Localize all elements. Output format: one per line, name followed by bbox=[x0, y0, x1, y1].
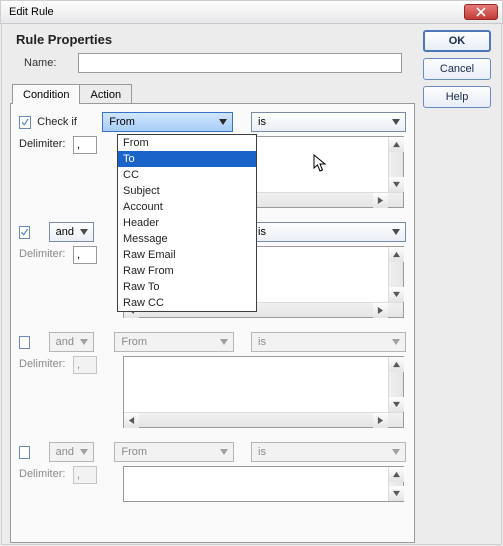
chevron-down-icon bbox=[217, 444, 231, 460]
ok-button[interactable]: OK bbox=[423, 30, 491, 52]
chevron-down-icon bbox=[216, 114, 230, 130]
condition-row-3: and From is Delimiter: bbox=[19, 332, 406, 428]
delimiter-input-4 bbox=[73, 466, 97, 484]
field-dropdown-list[interactable]: FromToCCSubjectAccountHeaderMessageRaw E… bbox=[117, 134, 257, 312]
condition-row-4: and From is Delimiter: bbox=[19, 442, 406, 502]
match-combo-1-value: is bbox=[258, 116, 266, 128]
mouse-cursor bbox=[313, 154, 329, 177]
field-option[interactable]: Raw From bbox=[118, 263, 256, 279]
check-4[interactable] bbox=[19, 446, 30, 459]
field-combo-3-value: From bbox=[121, 336, 147, 348]
field-option[interactable]: Subject bbox=[118, 183, 256, 199]
and-combo-2[interactable]: and bbox=[49, 222, 94, 242]
scroll-up-icon[interactable] bbox=[389, 137, 404, 152]
field-combo-1-value: From bbox=[109, 116, 135, 128]
field-combo-3[interactable]: From bbox=[114, 332, 234, 352]
scroll-down-icon bbox=[389, 397, 404, 412]
cancel-button[interactable]: Cancel bbox=[423, 58, 491, 80]
match-combo-2[interactable]: is bbox=[251, 222, 406, 242]
vscrollbar[interactable] bbox=[388, 137, 403, 192]
delimiter-label-1: Delimiter: bbox=[19, 136, 67, 150]
and-combo-3[interactable]: and bbox=[49, 332, 94, 352]
delimiter-input-1[interactable] bbox=[73, 136, 97, 154]
and-combo-4[interactable]: and bbox=[49, 442, 94, 462]
delimiter-input-3 bbox=[73, 356, 97, 374]
check-2[interactable] bbox=[19, 226, 30, 239]
tab-action[interactable]: Action bbox=[79, 84, 132, 104]
hscrollbar bbox=[124, 412, 403, 427]
scroll-up-icon bbox=[389, 467, 404, 482]
tabs: Condition Action Check if From is bbox=[10, 83, 493, 543]
scroll-right-icon[interactable] bbox=[373, 303, 388, 318]
close-button[interactable] bbox=[464, 4, 498, 20]
field-option[interactable]: Raw Email bbox=[118, 247, 256, 263]
match-combo-2-value: is bbox=[258, 226, 266, 238]
chevron-down-icon bbox=[389, 114, 403, 130]
and-combo-3-value: and bbox=[56, 336, 74, 348]
chevron-down-icon bbox=[389, 224, 403, 240]
chevron-down-icon bbox=[77, 224, 91, 240]
match-combo-4-value: is bbox=[258, 446, 266, 458]
value-list-3 bbox=[123, 356, 404, 428]
match-combo-3-value: is bbox=[258, 336, 266, 348]
match-combo-3[interactable]: is bbox=[251, 332, 406, 352]
scroll-down-icon[interactable] bbox=[389, 287, 404, 302]
and-combo-4-value: and bbox=[56, 446, 74, 458]
heading: Rule Properties bbox=[16, 32, 493, 47]
field-option[interactable]: Raw To bbox=[118, 279, 256, 295]
delimiter-label-4: Delimiter: bbox=[19, 466, 67, 480]
title-bar: Edit Rule bbox=[0, 0, 503, 24]
window-title: Edit Rule bbox=[9, 6, 54, 18]
name-input[interactable] bbox=[78, 53, 402, 73]
field-option[interactable]: CC bbox=[118, 167, 256, 183]
field-option[interactable]: Raw CC bbox=[118, 295, 256, 311]
scroll-right-icon bbox=[373, 413, 388, 428]
close-icon bbox=[476, 7, 486, 17]
chevron-down-icon bbox=[389, 334, 403, 350]
check-if-label: Check if bbox=[37, 116, 96, 128]
chevron-down-icon bbox=[77, 334, 91, 350]
scroll-right-icon[interactable] bbox=[373, 193, 388, 208]
name-row: Name: bbox=[24, 53, 412, 73]
check-3[interactable] bbox=[19, 336, 30, 349]
field-option[interactable]: Message bbox=[118, 231, 256, 247]
scroll-down-icon[interactable] bbox=[389, 177, 404, 192]
field-option[interactable]: From bbox=[118, 135, 256, 151]
scroll-down-icon bbox=[389, 486, 404, 501]
match-combo-4[interactable]: is bbox=[251, 442, 406, 462]
vscrollbar bbox=[388, 357, 403, 412]
field-option[interactable]: Header bbox=[118, 215, 256, 231]
chevron-down-icon bbox=[217, 334, 231, 350]
name-label: Name: bbox=[24, 57, 78, 69]
field-combo-4-value: From bbox=[121, 446, 147, 458]
value-list-4 bbox=[123, 466, 404, 502]
chevron-down-icon bbox=[77, 444, 91, 460]
delimiter-label-2: Delimiter: bbox=[19, 246, 67, 260]
scroll-up-icon[interactable] bbox=[389, 247, 404, 262]
scroll-left-icon bbox=[124, 413, 139, 428]
scroll-up-icon bbox=[389, 357, 404, 372]
client-area: OK Cancel Help Rule Properties Name: Con… bbox=[1, 24, 502, 545]
delimiter-input-2[interactable] bbox=[73, 246, 97, 264]
field-combo-4[interactable]: From bbox=[114, 442, 234, 462]
chevron-down-icon bbox=[389, 444, 403, 460]
check-1[interactable] bbox=[19, 116, 31, 129]
tab-condition[interactable]: Condition bbox=[12, 84, 80, 104]
and-combo-2-value: and bbox=[56, 226, 74, 238]
tab-panel-condition: Check if From is Delimiter: bbox=[10, 103, 415, 543]
vscrollbar[interactable] bbox=[388, 247, 403, 302]
match-combo-1[interactable]: is bbox=[251, 112, 406, 132]
field-combo-1[interactable]: From bbox=[102, 112, 233, 132]
delimiter-label-3: Delimiter: bbox=[19, 356, 67, 370]
vscrollbar bbox=[388, 467, 403, 501]
field-option[interactable]: To bbox=[118, 151, 256, 167]
field-option[interactable]: Account bbox=[118, 199, 256, 215]
tab-strip: Condition Action bbox=[12, 83, 493, 103]
